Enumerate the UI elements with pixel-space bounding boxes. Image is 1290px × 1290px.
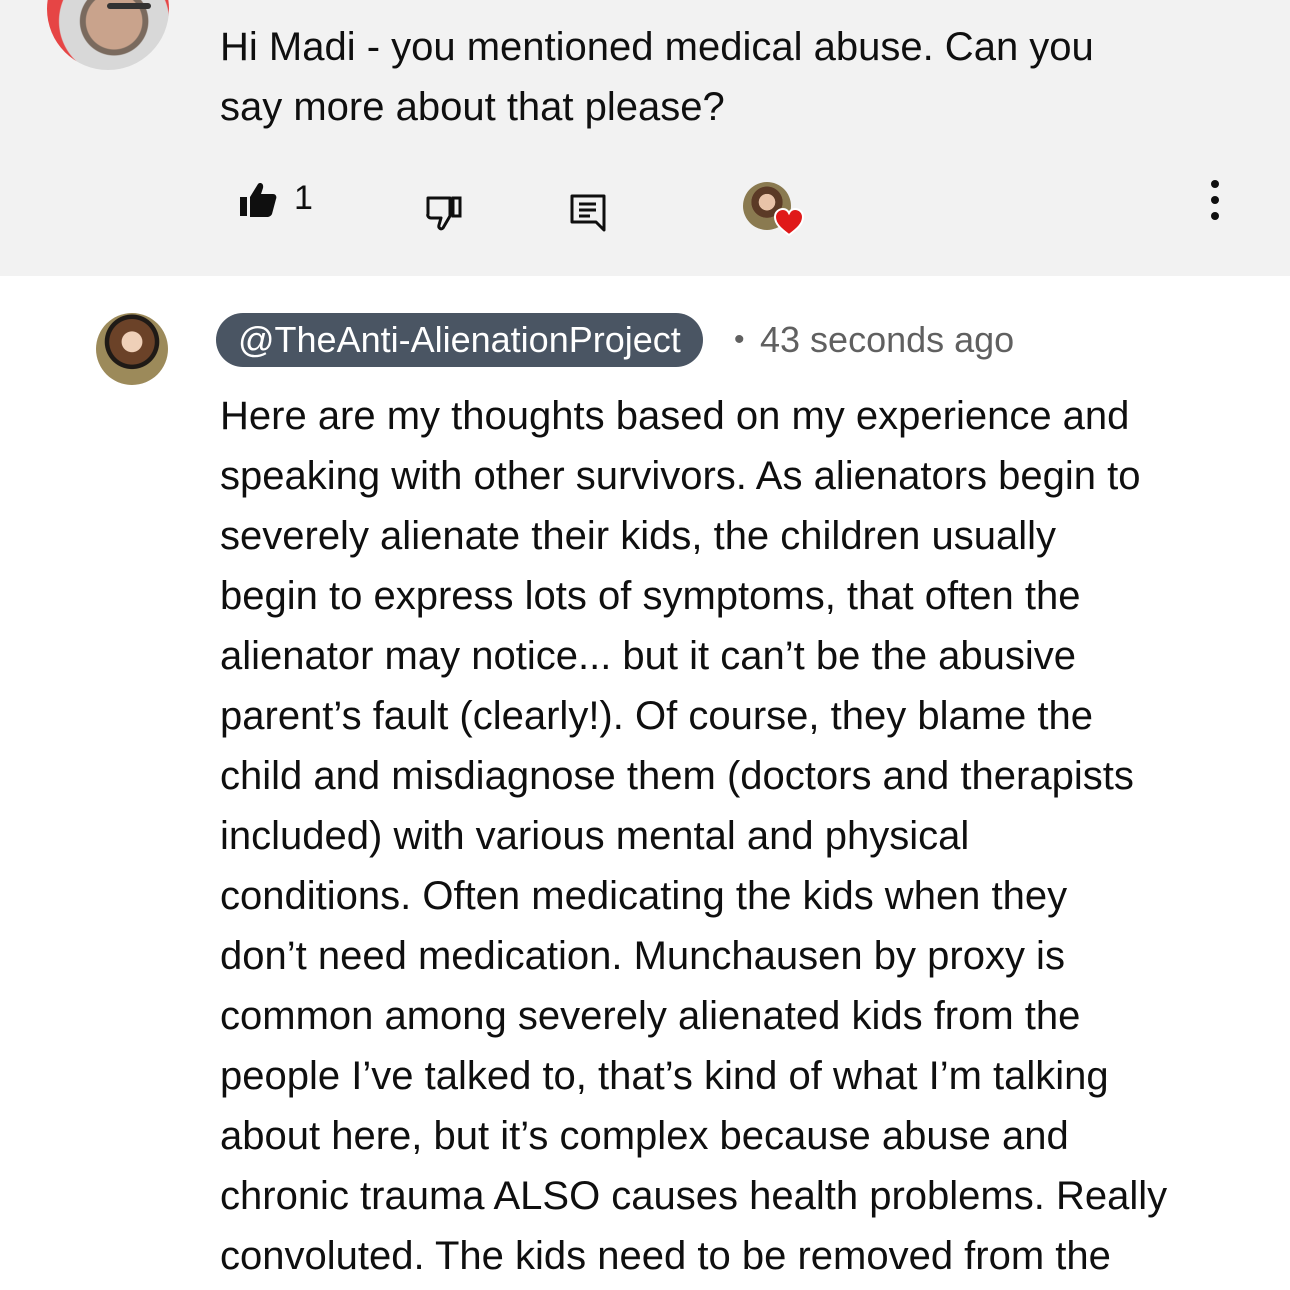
reply-comment-text: Here are my thoughts based on my experie… bbox=[220, 394, 1168, 1278]
comment-action-bar: 1 bbox=[0, 170, 1290, 240]
reply-icon[interactable] bbox=[568, 192, 608, 232]
commenter-avatar[interactable] bbox=[47, 0, 169, 70]
reply-author-handle[interactable]: @TheAnti-AlienationProject bbox=[216, 313, 703, 367]
reply-author-avatar[interactable] bbox=[96, 313, 168, 385]
more-vertical-icon[interactable] bbox=[1200, 178, 1230, 222]
reply-timestamp: 43 seconds ago bbox=[760, 319, 1015, 360]
like-count: 1 bbox=[294, 179, 313, 217]
meta-separator: • bbox=[734, 323, 745, 356]
avatar-glasses-shape bbox=[107, 3, 151, 9]
parent-comment-text: Hi Madi - you mentioned medical abuse. C… bbox=[220, 25, 1094, 129]
thumbs-up-icon[interactable] bbox=[238, 180, 278, 220]
heart-icon bbox=[773, 207, 805, 237]
thumbs-down-icon[interactable] bbox=[424, 192, 464, 232]
creator-heart-icon[interactable] bbox=[743, 182, 809, 240]
highlighted-parent-comment: Hi Madi - you mentioned medical abuse. C… bbox=[0, 0, 1290, 276]
